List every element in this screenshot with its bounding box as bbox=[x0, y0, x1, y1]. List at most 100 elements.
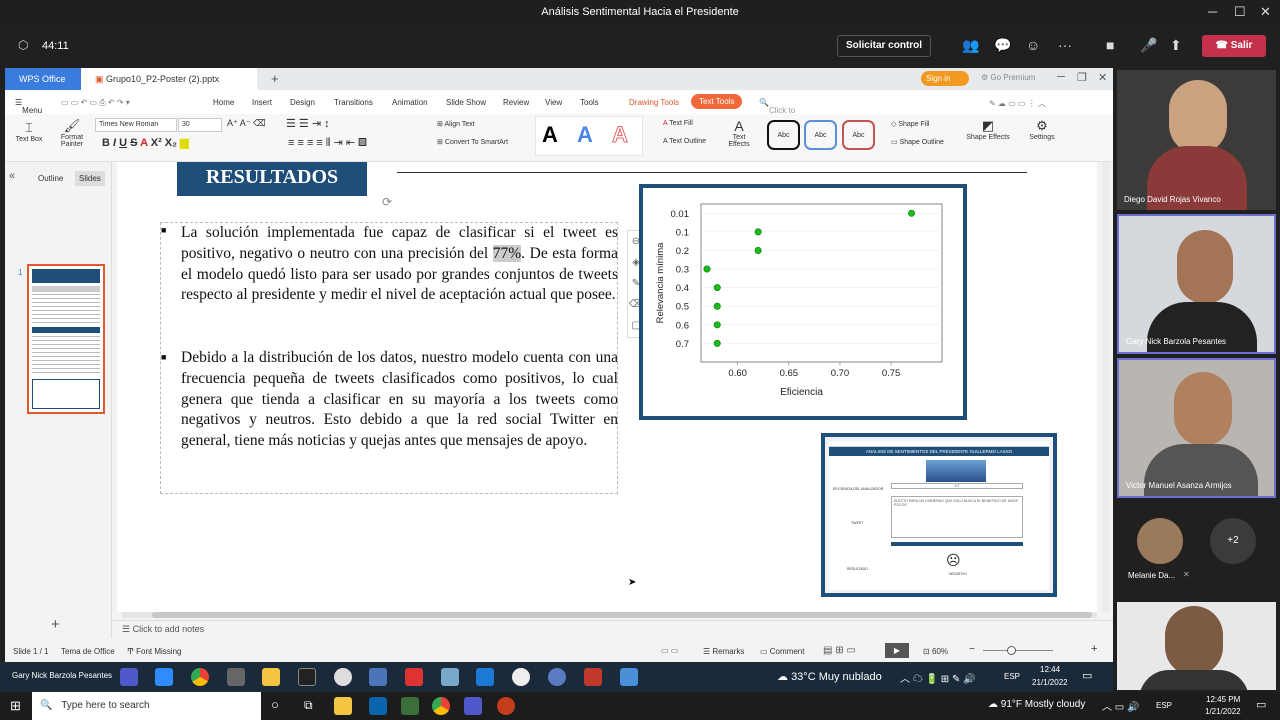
tab-outline[interactable]: Outline bbox=[38, 174, 63, 183]
participant-name: Victor Manuel Asanza Armijos bbox=[1126, 481, 1232, 490]
mic-icon[interactable]: 🎤 bbox=[1140, 37, 1157, 54]
tab-drawing-tools[interactable]: Drawing Tools bbox=[629, 98, 679, 107]
windows-icon[interactable]: ⊞ bbox=[10, 698, 21, 714]
tab-home[interactable]: Home bbox=[213, 98, 234, 107]
participant-video-2[interactable]: Gary Nick Barzola Pesantes bbox=[1117, 214, 1276, 354]
vertical-scrollbar[interactable] bbox=[1102, 162, 1110, 612]
section-heading: RESULTADOS bbox=[177, 162, 367, 196]
tab-tools[interactable]: Tools bbox=[580, 98, 599, 107]
settings-button[interactable]: ⚙ Settings bbox=[1027, 118, 1057, 141]
align-text-button[interactable]: ⊞ Align Text bbox=[437, 120, 475, 128]
tab-wps-office[interactable]: WPS Office bbox=[5, 68, 81, 90]
notification-icon[interactable]: ▭ bbox=[1082, 669, 1092, 682]
participant-video-3[interactable]: Victor Manuel Asanza Armijos bbox=[1117, 358, 1276, 498]
format-painter-button[interactable]: 🖌 Format Painter bbox=[55, 118, 89, 148]
font-select[interactable]: Times New Roman bbox=[95, 118, 177, 132]
font-size-buttons[interactable]: A⁺ A⁻ ⌫ bbox=[227, 118, 266, 129]
maximize-icon[interactable]: ☐ bbox=[1234, 4, 1246, 20]
close-icon[interactable]: ✕ bbox=[1098, 71, 1107, 84]
command-search[interactable]: 🔍 Click to find commands bbox=[759, 98, 808, 133]
camera-icon[interactable]: ■ bbox=[1106, 37, 1114, 53]
minimize-icon[interactable]: ─ bbox=[1208, 4, 1217, 19]
add-slide-icon[interactable]: + bbox=[51, 616, 60, 633]
tab-insert[interactable]: Insert bbox=[252, 98, 272, 107]
avatar[interactable] bbox=[1137, 518, 1183, 564]
tab-text-tools[interactable]: Text Tools bbox=[691, 94, 743, 109]
task-view-icon[interactable]: ⧉ bbox=[304, 698, 313, 713]
text-effects-button[interactable]: A Text Effects bbox=[724, 118, 754, 148]
zoom-in-icon[interactable]: + bbox=[1091, 643, 1097, 655]
tab-slides[interactable]: Slides bbox=[75, 171, 105, 186]
remarks-button[interactable]: ☰ Remarks bbox=[703, 647, 744, 656]
new-tab-icon[interactable]: + bbox=[271, 71, 279, 86]
language[interactable]: ESP bbox=[1156, 701, 1172, 710]
collapse-icon[interactable]: « bbox=[9, 170, 15, 182]
weather-widget[interactable]: ☁ 91°F Mostly cloudy bbox=[988, 699, 1085, 710]
text-outline-button[interactable]: A Text Outline bbox=[663, 138, 706, 145]
zoom-level[interactable]: ⊡ 60% bbox=[923, 647, 948, 656]
more-participants[interactable]: +2 bbox=[1210, 518, 1256, 564]
paragraph-2[interactable]: Debido a la distribución de los datos, n… bbox=[181, 348, 618, 452]
search-box[interactable]: 🔍 Type here to search bbox=[32, 692, 261, 720]
reactions-icon[interactable]: ☺ bbox=[1026, 37, 1040, 53]
quick-access-icons[interactable]: ▭ ▭ ↶ ▭ ⎙ ↶ ↷ ▾ bbox=[61, 98, 130, 108]
status-icons[interactable]: ▭ ▭ bbox=[661, 646, 678, 655]
chat-icon[interactable]: 💬 bbox=[994, 37, 1011, 54]
zoom-slider[interactable] bbox=[983, 650, 1053, 651]
weather-widget[interactable]: ☁ 33°C Muy nublado bbox=[777, 670, 882, 683]
tab-design[interactable]: Design bbox=[290, 98, 315, 107]
close-icon[interactable]: ✕ bbox=[1260, 4, 1271, 20]
tray-icons[interactable]: ︿ ☁ 🔋 ⊞ ✎ 🔊 bbox=[900, 670, 976, 685]
align-buttons[interactable]: ≡ ≡ ≡ ≡ ⫴ ⇥ ⇤ ▤ bbox=[288, 136, 367, 150]
rotate-handle-icon[interactable]: ⟳ bbox=[382, 195, 392, 209]
sign-in-button[interactable]: Sign in bbox=[921, 71, 969, 86]
horizontal-scrollbar[interactable] bbox=[122, 612, 1097, 618]
zoom-out-icon[interactable]: − bbox=[969, 644, 975, 655]
minimize-icon[interactable]: ─ bbox=[1057, 71, 1065, 83]
text-style-blue[interactable]: A bbox=[577, 122, 593, 148]
tab-slide-show[interactable]: Slide Show bbox=[446, 98, 486, 107]
view-buttons[interactable]: ▤ ⊞ ▭ bbox=[823, 645, 856, 656]
tab-animation[interactable]: Animation bbox=[392, 98, 428, 107]
share-icon[interactable]: ⬆ bbox=[1170, 37, 1182, 54]
text-style-black[interactable]: A bbox=[542, 122, 558, 148]
more-icon[interactable]: ··· bbox=[1058, 37, 1072, 53]
tab-document[interactable]: ▣ Grupo10_P2-Poster (2).pptx bbox=[81, 68, 257, 90]
language[interactable]: ESP bbox=[1004, 672, 1020, 681]
list-buttons[interactable]: ☰ ☰ ⇥ ↕ bbox=[286, 117, 330, 130]
shape-style-1[interactable]: Abc bbox=[767, 120, 800, 150]
tray-icons[interactable]: ︿ ▭ 🔊 bbox=[1102, 698, 1139, 713]
tab-view[interactable]: View bbox=[545, 98, 562, 107]
font-size-select[interactable]: 30 bbox=[178, 118, 222, 132]
tab-review[interactable]: Review bbox=[503, 98, 529, 107]
convert-smartart-button[interactable]: ⊞ Convert To SmartArt bbox=[437, 138, 508, 146]
text-style-outline[interactable]: A bbox=[612, 122, 629, 148]
text-box-button[interactable]: ⌶ Text Box bbox=[13, 120, 45, 143]
ribbon-right-icons[interactable]: ✎ ☁ ▭ ▭ ⋮ ︿ bbox=[989, 98, 1046, 109]
font-missing[interactable]: Ͳ Font Missing bbox=[127, 647, 181, 656]
shape-style-3[interactable]: Abc bbox=[842, 120, 875, 150]
leave-button[interactable]: ☎ Salir bbox=[1202, 35, 1266, 57]
text-format-buttons[interactable]: B I U S A X² X₂ ▆ bbox=[102, 136, 189, 149]
text-fill-button[interactable]: A Text Fill bbox=[663, 120, 693, 127]
comment-button[interactable]: ▭ Comment bbox=[760, 647, 804, 656]
tab-transitions[interactable]: Transitions bbox=[334, 98, 373, 107]
shape-style-2[interactable]: Abc bbox=[804, 120, 837, 150]
paragraph-1[interactable]: La solución implementada fue capaz de cl… bbox=[181, 223, 618, 306]
cortana-icon[interactable]: ○ bbox=[271, 697, 279, 712]
shape-outline-button[interactable]: ▭ Shape Outline bbox=[891, 138, 944, 146]
restore-icon[interactable]: ❐ bbox=[1077, 71, 1087, 84]
request-control-button[interactable]: Solicitar control bbox=[837, 35, 931, 57]
play-button[interactable]: ▶ bbox=[885, 643, 909, 658]
pptx-icon: ▣ bbox=[95, 74, 107, 84]
participant-video-1[interactable]: Diego David Rojas Vivanco bbox=[1117, 70, 1276, 210]
slide-thumbnail[interactable] bbox=[27, 264, 105, 414]
zoom-thumb[interactable] bbox=[1007, 646, 1016, 655]
menu-button[interactable]: ☰ Menu bbox=[15, 98, 42, 115]
shape-fill-button[interactable]: ◇ Shape Fill bbox=[891, 120, 929, 128]
participants-icon[interactable]: 👥 bbox=[962, 37, 979, 54]
notes-area[interactable]: ☰ Click to add notes bbox=[112, 620, 1113, 638]
shape-effects-button[interactable]: ◩ Shape Effects bbox=[963, 118, 1013, 141]
notification-icon[interactable]: ▭ bbox=[1256, 698, 1266, 711]
go-premium-button[interactable]: ⚙ Go Premium bbox=[981, 73, 1035, 82]
